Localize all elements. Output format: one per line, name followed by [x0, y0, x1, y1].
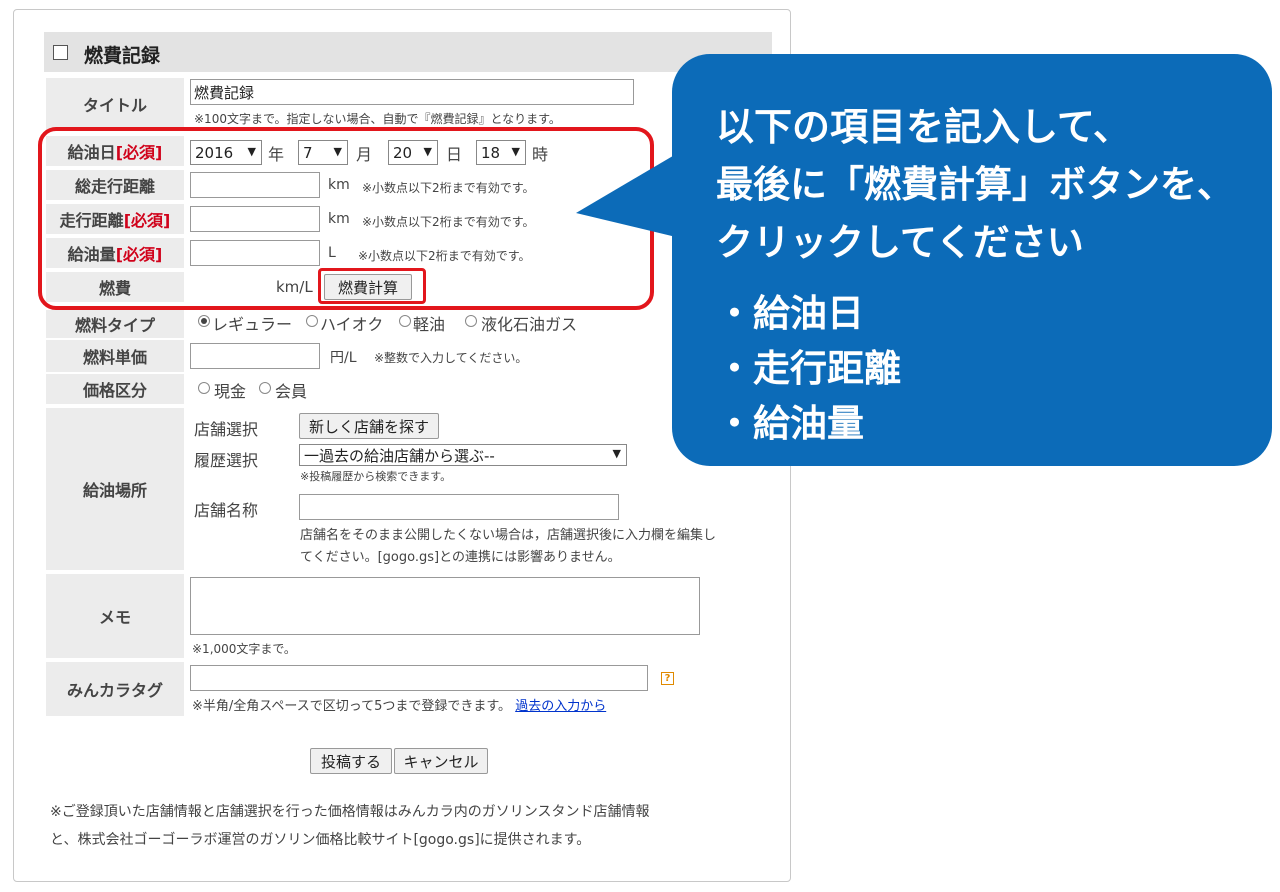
cancel-button[interactable]: キャンセル: [394, 748, 488, 774]
label-fuel-type-text: 燃料タイプ: [74, 316, 155, 335]
history-selected-value: 一過去の給油店舗から選ぶ--: [304, 446, 495, 465]
history-select[interactable]: 一過去の給油店舗から選ぶ-- ▼: [299, 444, 627, 466]
history-note: ※投稿履歴から検索できます。: [300, 470, 452, 483]
label-tags-text: みんカラタグ: [66, 681, 163, 700]
title-note: ※100文字まで。指定しない場合、自動で『燃費記録』となります。: [194, 112, 561, 126]
label-memo-text: メモ: [98, 608, 131, 627]
callout-item-fuel-amount: ・給油量: [716, 402, 864, 445]
section-checkbox[interactable]: [53, 45, 68, 60]
callout-line-2: 最後に「燃費計算」ボタンを、: [716, 163, 1234, 206]
title-input[interactable]: [190, 79, 634, 105]
label-refuel-place-text: 給油場所: [82, 481, 147, 500]
radio-member[interactable]: [259, 382, 271, 394]
option-member: 会員: [275, 382, 308, 401]
callout-line-3: クリックしてください: [716, 221, 1084, 264]
option-high-octane: ハイオク: [320, 315, 384, 334]
radio-lpg[interactable]: [465, 315, 477, 327]
label-title-text: タイトル: [82, 96, 147, 115]
tags-note-text: ※半角/全角スペースで区切って5つまで登録できます。: [192, 699, 512, 714]
label-refuel-place: 給油場所: [46, 408, 184, 570]
submit-button[interactable]: 投稿する: [310, 748, 392, 774]
store-name-input[interactable]: [299, 494, 619, 520]
label-unit-price-text: 燃料単価: [82, 348, 147, 367]
unit-price-note: ※整数で入力してください。: [374, 351, 528, 365]
label-price-class: 価格区分: [46, 374, 184, 404]
search-new-store-button[interactable]: 新しく店舗を探す: [299, 413, 439, 439]
store-name-note-2: てください。[gogo.gs]との連携には影響ありません。: [300, 550, 621, 565]
memo-note: ※1,000文字まで。: [192, 642, 296, 656]
footer-line-1: ※ご登録頂いた店舗情報と店舗選択を行った価格情報はみんカラ内のガソリンスタンド店…: [50, 804, 650, 820]
radio-regular[interactable]: [198, 315, 210, 327]
callout-line-1: 以下の項目を記入して、: [716, 105, 1131, 149]
label-memo: メモ: [46, 574, 184, 658]
memo-textarea[interactable]: [190, 577, 700, 635]
unit-price-input[interactable]: [190, 343, 320, 369]
history-select-label: 履歴選択: [194, 451, 259, 470]
option-lpg: 液化石油ガス: [481, 315, 578, 334]
callout-item-distance: ・走行距離: [716, 347, 901, 390]
radio-high-octane[interactable]: [306, 315, 318, 327]
radio-diesel[interactable]: [399, 315, 411, 327]
chevron-down-icon: ▼: [612, 447, 621, 460]
label-title: タイトル: [46, 78, 184, 130]
callout-item-refuel-date: ・給油日: [716, 292, 864, 335]
section-title: 燃費記録: [84, 45, 161, 67]
option-cash: 現金: [214, 382, 247, 401]
label-tags: みんカラタグ: [46, 662, 184, 716]
calculate-button-highlight: [318, 268, 426, 304]
label-unit-price: 燃料単価: [46, 340, 184, 372]
section-header: 燃費記録: [44, 32, 772, 72]
radio-cash[interactable]: [198, 382, 210, 394]
tags-input[interactable]: [190, 665, 648, 691]
store-select-label: 店舗選択: [194, 420, 259, 439]
store-name-note-1: 店舗名をそのまま公開したくない場合は，店舗選択後に入力欄を編集し: [300, 528, 717, 543]
help-icon[interactable]: ?: [661, 672, 674, 685]
option-regular: レギュラー: [212, 315, 293, 334]
unit-price-unit: 円/L: [330, 350, 357, 366]
past-input-link[interactable]: 過去の入力から: [515, 699, 606, 714]
store-name-label: 店舗名称: [194, 501, 259, 520]
option-diesel: 軽油: [413, 315, 446, 334]
label-fuel-type: 燃料タイプ: [46, 310, 184, 338]
tags-note: ※半角/全角スペースで区切って5つまで登録できます。 過去の入力から: [192, 695, 606, 714]
footer-line-2: と、株式会社ゴーゴーラボ運営のガソリン価格比較サイト[gogo.gs]に提供され…: [50, 832, 591, 848]
label-price-class-text: 価格区分: [82, 381, 147, 400]
